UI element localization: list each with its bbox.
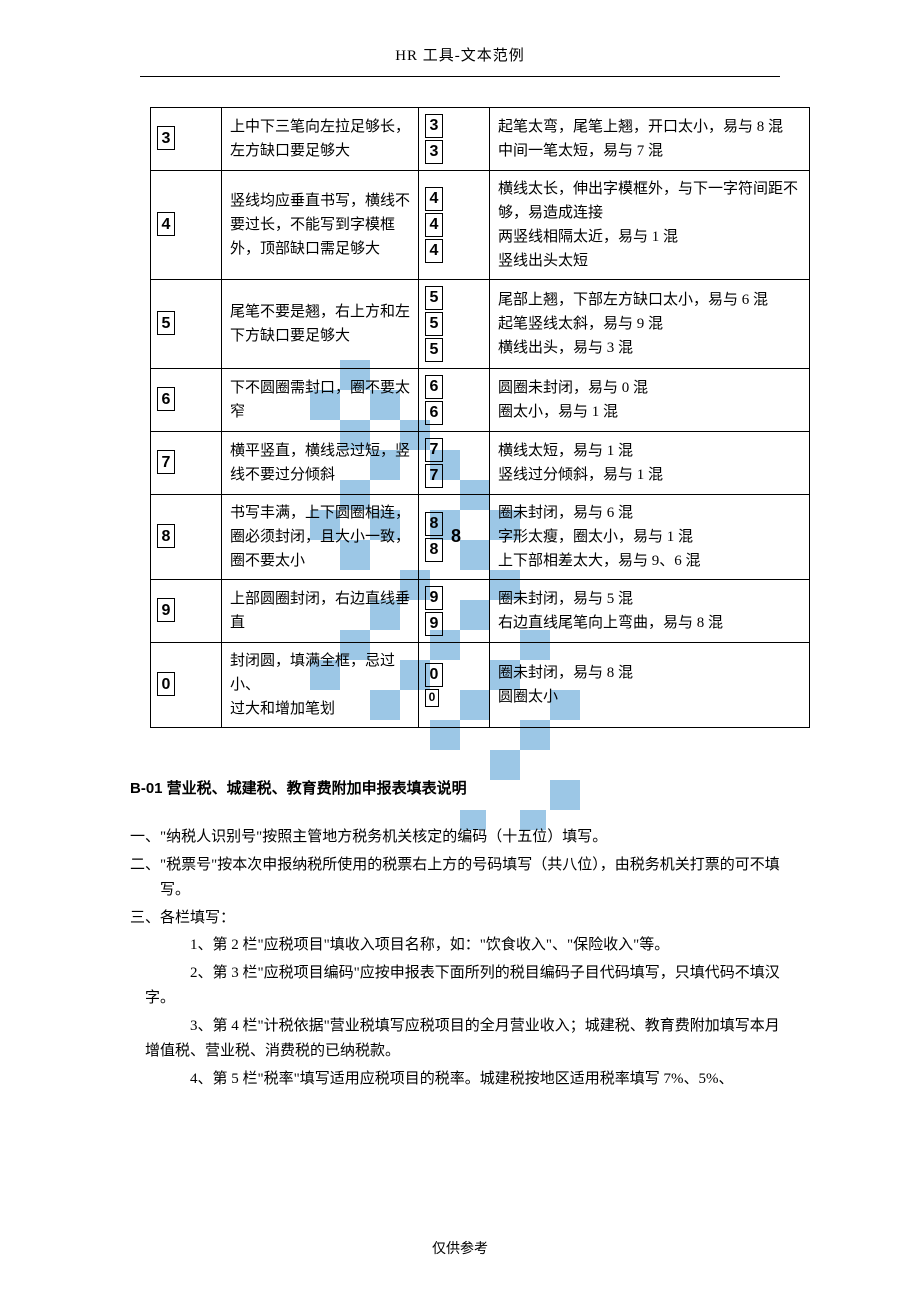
rule-cell: 下不圆圈需封口，圈不要太窄 <box>222 368 419 431</box>
rule-cell: 上中下三笔向左拉足够长，左方缺口要足够大 <box>222 107 419 170</box>
rule-cell: 横平竖直，横线忌过短，竖线不要过分倾斜 <box>222 431 419 494</box>
table-row: 4竖线均应垂直书写，横线不要过长，不能写到字模框外，顶部缺口需足够大444横线太… <box>151 170 810 279</box>
para-3-2: 2、第 3 栏"应税项目编码"应按申报表下面所列的税目编码子目代码填写，只填代码… <box>130 961 790 1012</box>
wrong-desc-cell: 横线太长，伸出字模框外，与下一字符间距不够，易造成连接两竖线相隔太近，易与 1 … <box>490 170 810 279</box>
wrong-glyph: 5 <box>425 286 443 310</box>
instructions-body: 一、"纳税人识别号"按照主管地方税务机关核定的编码（十五位）填写。 二、"税票号… <box>130 825 790 1092</box>
para-3-2-text: 2、第 3 栏"应税项目编码"应按申报表下面所列的税目编码子目代码填写，只填代码… <box>130 961 790 1012</box>
page-footer: 仅供参考 <box>0 1238 920 1262</box>
wrong-glyph: 8 <box>447 525 465 549</box>
wrong-desc-cell: 圈未封闭，易与 6 混字形太瘦，圈太小，易与 1 混上下部相差太大，易与 9、6… <box>490 494 810 579</box>
table-row: 0封闭圆，填满全框，忌过小、过大和增加笔划00圈未封闭，易与 8 混圆圈太小 <box>151 642 810 727</box>
wrong-glyph-cell: 888 <box>419 494 490 579</box>
wrong-glyph: 4 <box>425 187 443 211</box>
wrong-glyph-cell: 444 <box>419 170 490 279</box>
para-1: 一、"纳税人识别号"按照主管地方税务机关核定的编码（十五位）填写。 <box>130 825 790 851</box>
table-row: 8书写丰满，上下圆圈相连，圈必须封闭，且大小一致，圈不要太小888圈未封闭，易与… <box>151 494 810 579</box>
wrong-glyph: 6 <box>425 401 443 425</box>
wrong-glyph: 5 <box>425 312 443 336</box>
wrong-glyph: 0 <box>425 689 439 707</box>
table-row: 5尾笔不要是翘，右上方和左下方缺口要足够大555尾部上翘，下部左方缺口太小，易与… <box>151 279 810 368</box>
wrong-glyph-cell: 66 <box>419 368 490 431</box>
sample-glyph-cell: 6 <box>151 368 222 431</box>
rule-cell: 封闭圆，填满全框，忌过小、过大和增加笔划 <box>222 642 419 727</box>
rule-cell: 上部圆圈封闭，右边直线垂直 <box>222 579 419 642</box>
table-row: 7横平竖直，横线忌过短，竖线不要过分倾斜77横线太短，易与 1 混竖线过分倾斜，… <box>151 431 810 494</box>
wrong-glyph: 4 <box>425 213 443 237</box>
wrong-glyph: 8 <box>425 538 443 562</box>
page-header: HR 工具-文本范例 <box>130 44 790 70</box>
para-2: 二、"税票号"按本次申报纳税所使用的税票右上方的号码填写（共八位），由税务机关打… <box>130 853 790 904</box>
rule-cell: 书写丰满，上下圆圈相连，圈必须封闭，且大小一致，圈不要太小 <box>222 494 419 579</box>
header-rule <box>140 76 780 77</box>
para-3: 三、各栏填写： <box>130 906 790 932</box>
sample-glyph-cell: 3 <box>151 107 222 170</box>
sample-glyph-cell: 0 <box>151 642 222 727</box>
wrong-desc-cell: 圈未封闭，易与 5 混右边直线尾笔向上弯曲，易与 8 混 <box>490 579 810 642</box>
rule-cell: 尾笔不要是翘，右上方和左下方缺口要足够大 <box>222 279 419 368</box>
sample-glyph-cell: 8 <box>151 494 222 579</box>
wrong-glyph: 3 <box>425 114 443 138</box>
table-row: 6下不圆圈需封口，圈不要太窄66圆圈未封闭，易与 0 混圈太小，易与 1 混 <box>151 368 810 431</box>
wrong-desc-cell: 圆圈未封闭，易与 0 混圈太小，易与 1 混 <box>490 368 810 431</box>
wrong-desc-cell: 圈未封闭，易与 8 混圆圈太小 <box>490 642 810 727</box>
wrong-glyph: 8 <box>425 512 443 536</box>
wrong-glyph: 7 <box>425 464 443 488</box>
sample-glyph: 5 <box>157 311 175 335</box>
sample-glyph: 7 <box>157 450 175 474</box>
rule-cell: 竖线均应垂直书写，横线不要过长，不能写到字模框外，顶部缺口需足够大 <box>222 170 419 279</box>
sample-glyph: 3 <box>157 126 175 150</box>
sample-glyph: 6 <box>157 387 175 411</box>
sample-glyph-cell: 9 <box>151 579 222 642</box>
sample-glyph: 8 <box>157 524 175 548</box>
sample-glyph: 0 <box>157 672 175 696</box>
para-3-1: 1、第 2 栏"应税项目"填收入项目名称，如："饮食收入"、"保险收入"等。 <box>130 933 790 959</box>
para-3-4: 4、第 5 栏"税率"填写适用应税项目的税率。城建税按地区适用税率填写 7%、5… <box>130 1067 790 1093</box>
sample-glyph: 9 <box>157 598 175 622</box>
wrong-glyph: 5 <box>425 338 443 362</box>
digit-writing-table: 3上中下三笔向左拉足够长，左方缺口要足够大33起笔太弯，尾笔上翘，开口太小，易与… <box>150 107 810 728</box>
wrong-desc-cell: 尾部上翘，下部左方缺口太小，易与 6 混起笔竖线太斜，易与 9 混横线出头，易与… <box>490 279 810 368</box>
wrong-glyph: 3 <box>425 140 443 164</box>
sample-glyph-cell: 7 <box>151 431 222 494</box>
wrong-glyph-cell: 00 <box>419 642 490 727</box>
wrong-glyph: 9 <box>425 586 443 610</box>
wrong-glyph: 4 <box>425 239 443 263</box>
wrong-glyph-cell: 99 <box>419 579 490 642</box>
wrong-glyph: 7 <box>425 438 443 462</box>
para-3-3: 3、第 4 栏"计税依据"营业税填写应税项目的全月营业收入；城建税、教育费附加填… <box>130 1014 790 1065</box>
wrong-desc-cell: 横线太短，易与 1 混竖线过分倾斜，易与 1 混 <box>490 431 810 494</box>
section-title: B-01 营业税、城建税、教育费附加申报表填表说明 <box>130 776 790 802</box>
wrong-glyph-cell: 77 <box>419 431 490 494</box>
sample-glyph-cell: 5 <box>151 279 222 368</box>
para-2-text: 二、"税票号"按本次申报纳税所使用的税票右上方的号码填写（共八位），由税务机关打… <box>130 853 790 904</box>
wrong-glyph-cell: 555 <box>419 279 490 368</box>
wrong-desc-cell: 起笔太弯，尾笔上翘，开口太小，易与 8 混中间一笔太短，易与 7 混 <box>490 107 810 170</box>
table-row: 9上部圆圈封闭，右边直线垂直99圈未封闭，易与 5 混右边直线尾笔向上弯曲，易与… <box>151 579 810 642</box>
wrong-glyph: 9 <box>425 612 443 636</box>
sample-glyph-cell: 4 <box>151 170 222 279</box>
sample-glyph: 4 <box>157 212 175 236</box>
table-row: 3上中下三笔向左拉足够长，左方缺口要足够大33起笔太弯，尾笔上翘，开口太小，易与… <box>151 107 810 170</box>
para-3-3-text: 3、第 4 栏"计税依据"营业税填写应税项目的全月营业收入；城建税、教育费附加填… <box>130 1014 790 1065</box>
wrong-glyph: 6 <box>425 375 443 399</box>
wrong-glyph-cell: 33 <box>419 107 490 170</box>
wrong-glyph: 0 <box>425 663 443 687</box>
